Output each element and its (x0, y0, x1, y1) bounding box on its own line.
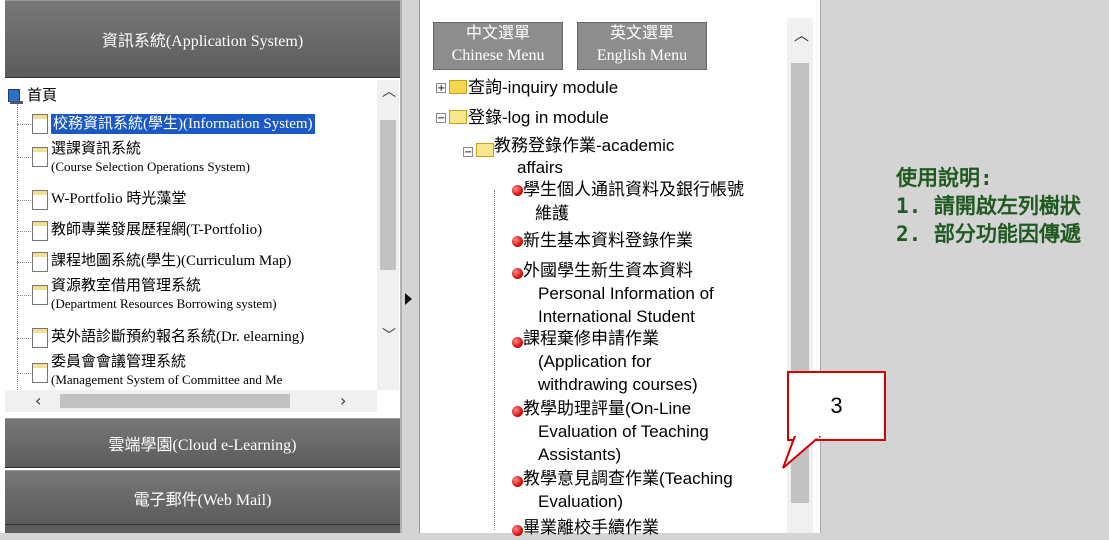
leaf-bullet-icon (512, 185, 523, 196)
scroll-left-icon[interactable]: ‹ (35, 392, 41, 410)
tree-leaf-personal-contact[interactable]: 學生個人通訊資料及銀行帳號 維護 (523, 178, 744, 226)
tree-leaf-teaching-evaluation[interactable]: 教學意見調查作業(Teaching Evaluation) (523, 467, 733, 513)
open-folder-icon (476, 143, 494, 157)
usage-item-2: 2. 部分功能因傳遞 (896, 222, 1081, 246)
tree-item-course-selection[interactable]: 選課資訊系統 (Course Selection Operations Syst… (51, 140, 250, 176)
leaf-bullet-icon (512, 337, 523, 348)
accordion-bottom-edge (5, 525, 400, 533)
right-panel: 使用說明: 1. 請開啟左列樹狀 2. 部分功能因傳遞 (820, 0, 1109, 533)
tree-item-t-portfolio[interactable]: 教師專業發展歷程網(T-Portfolio) (51, 221, 262, 239)
tree-item-dr-elearning[interactable]: 英外語診斷預約報名系統(Dr. elearning) (51, 328, 304, 346)
tree-leaf-foreign-student[interactable]: 外國學生新生資本資料 Personal Information of Inter… (523, 259, 714, 328)
tree-item-home[interactable]: 首頁 (27, 87, 57, 105)
tree-vertical-scrollbar[interactable]: ︿ ﹀ (377, 80, 399, 390)
document-icon (32, 285, 48, 305)
home-icon (8, 89, 23, 104)
left-panel: 資訊系統(Application System) 首頁 校務資訊系統(學生)(I… (0, 0, 400, 533)
document-icon (32, 190, 48, 210)
tree-item-w-portfolio[interactable]: W-Portfolio 時光藻堂 (51, 190, 186, 208)
application-system-header[interactable]: 資訊系統(Application System) (5, 0, 400, 78)
chinese-menu-button[interactable]: 中文選單 Chinese Menu (433, 22, 563, 70)
tree-leaf-freshman-data[interactable]: 新生基本資料登錄作業 (523, 229, 693, 253)
application-tree: 首頁 校務資訊系統(學生)(Information System) 選課資訊系統… (5, 80, 377, 390)
document-icon (32, 147, 48, 167)
annotation-callout: 3 (787, 371, 886, 441)
middle-panel: 中文選單 Chinese Menu 英文選單 English Menu + 查詢… (420, 0, 820, 537)
tree-leaf-ta-evaluation[interactable]: 教學助理評量(On-Line Evaluation of Teaching As… (523, 397, 709, 466)
frame-splitter[interactable] (400, 0, 420, 533)
usage-item-1: 1. 請開啟左列樹狀 (896, 194, 1081, 218)
scroll-up-icon[interactable]: ︿ (794, 28, 809, 43)
leaf-bullet-icon (512, 268, 523, 279)
collapse-icon[interactable]: − (436, 113, 446, 124)
splitter-arrow-icon[interactable] (405, 293, 412, 305)
expand-icon[interactable]: + (436, 83, 446, 94)
tree-item-committee-meeting[interactable]: 委員會會議管理系統 (Management System of Committe… (51, 353, 282, 389)
document-icon (32, 114, 48, 134)
tree-node-inquiry-module[interactable]: 查詢-inquiry module (468, 76, 618, 100)
web-mail-header[interactable]: 電子郵件(Web Mail) (5, 470, 400, 525)
tree-horizontal-scrollbar[interactable]: ‹ › (5, 390, 377, 412)
scrollbar-thumb[interactable] (60, 394, 290, 408)
english-menu-button[interactable]: 英文選單 English Menu (577, 22, 707, 70)
tree-leaf-course-withdrawal[interactable]: 課程棄修申請作業 (Application for withdrawing co… (523, 327, 698, 396)
scroll-up-icon[interactable]: ︿ (382, 85, 396, 99)
leaf-bullet-icon (512, 236, 523, 247)
tree-node-academic-affairs[interactable]: 教務登錄作業-academic affairs (494, 134, 674, 180)
document-icon (32, 252, 48, 272)
scroll-down-icon[interactable]: ﹀ (382, 329, 396, 343)
tree-leaf-graduation-procedure[interactable]: 畢業離校手續作業 (523, 516, 659, 540)
cloud-elearning-header[interactable]: 雲端學園(Cloud e-Learning) (5, 418, 400, 468)
leaf-bullet-icon (512, 476, 523, 487)
tree-item-resource-borrowing[interactable]: 資源教室借用管理系統 (Department Resources Borrowi… (51, 277, 277, 313)
document-icon (32, 328, 48, 348)
tree-node-login-module[interactable]: 登錄-log in module (468, 106, 609, 130)
callout-pointer (782, 436, 822, 469)
scroll-right-icon[interactable]: › (340, 392, 346, 410)
scrollbar-thumb[interactable] (380, 120, 396, 270)
collapse-icon[interactable]: − (463, 147, 473, 158)
tree-item-curriculum-map[interactable]: 課程地圖系統(學生)(Curriculum Map) (51, 252, 291, 270)
tree-item-information-system[interactable]: 校務資訊系統(學生)(Information System) (51, 114, 315, 134)
leaf-bullet-icon (512, 406, 523, 417)
document-icon (32, 221, 48, 241)
usage-title: 使用說明: (896, 166, 993, 190)
open-folder-icon (449, 110, 467, 124)
leaf-bullet-icon (512, 525, 523, 536)
document-icon (32, 363, 48, 383)
folder-icon (449, 80, 467, 94)
